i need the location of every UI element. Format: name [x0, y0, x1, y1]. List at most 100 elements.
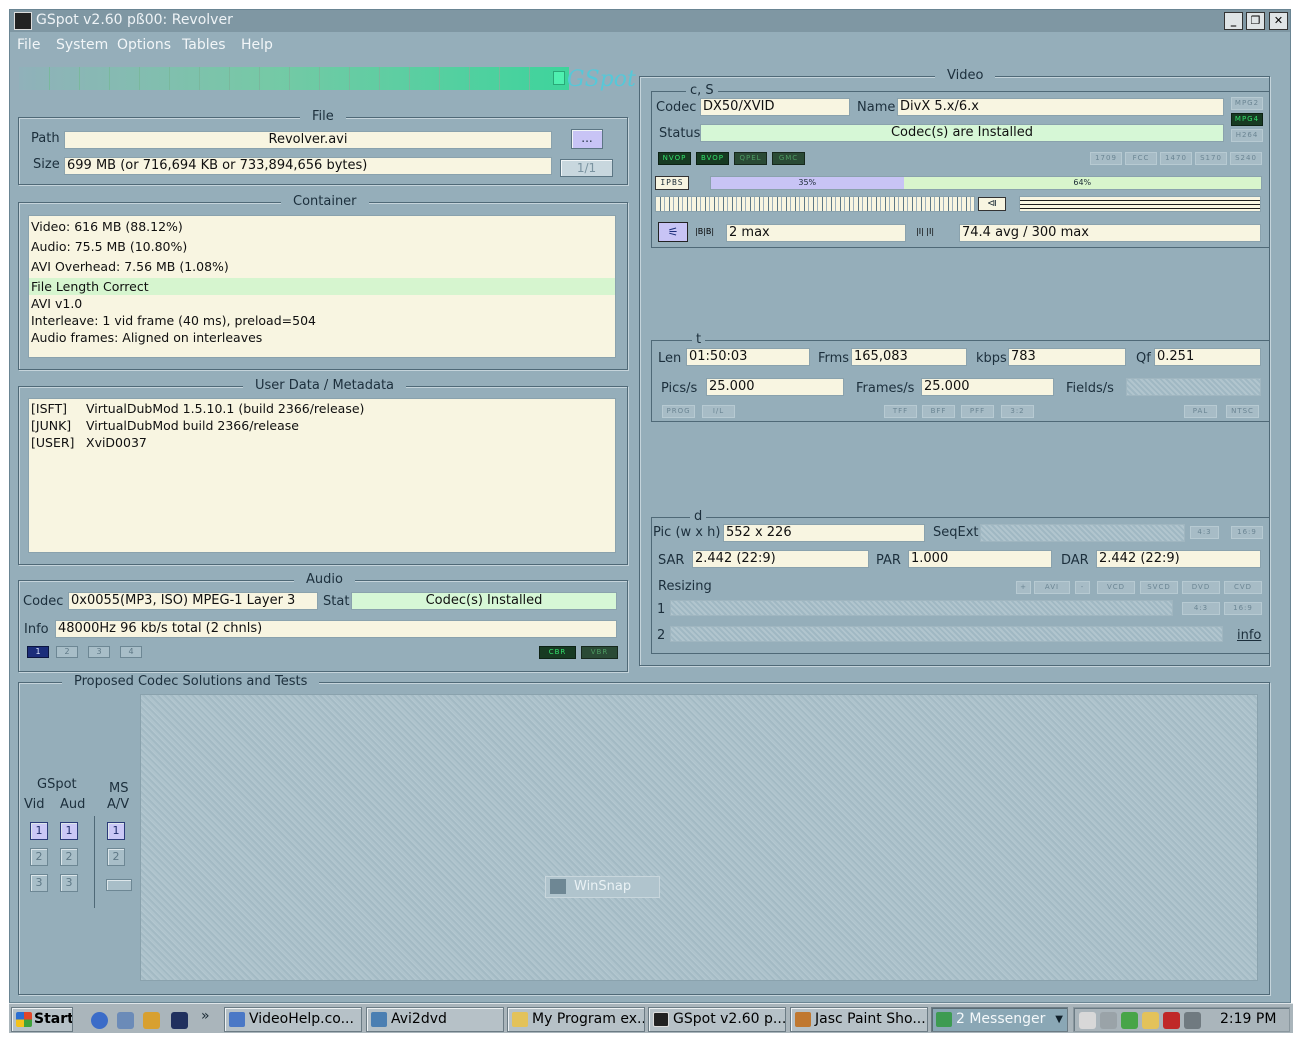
frame-ratio-b: 64% [1073, 178, 1092, 187]
menu-system[interactable]: System [56, 37, 108, 53]
ie-icon[interactable] [91, 1012, 108, 1029]
len-field: 01:50:03 [686, 348, 810, 366]
qpel-tag: QPEL [734, 152, 767, 165]
app-launch-icon[interactable] [171, 1012, 188, 1029]
star-icon[interactable] [1079, 1012, 1096, 1029]
container-line: Interleave: 1 vid frame (40 ms), preload… [31, 313, 316, 328]
bframes-field: 2 max [726, 224, 906, 242]
video-group-title: Video [935, 68, 996, 83]
std-1709-tag: 1709 [1090, 152, 1122, 165]
container-line: AVI v1.0 [31, 296, 83, 311]
pics-field: 25.000 [706, 378, 844, 396]
progress-bar [19, 67, 569, 90]
camera-icon[interactable] [1163, 1012, 1180, 1029]
ms-test-1[interactable]: 1 [107, 822, 125, 840]
metadata-value: XviD0037 [86, 435, 147, 450]
volume-icon[interactable] [1100, 1012, 1117, 1029]
restore-button[interactable]: ❐ [1246, 12, 1265, 30]
close-button[interactable]: ✕ [1269, 12, 1288, 30]
resize-row2-label: 2 [657, 628, 666, 643]
container-line: Audio: 75.5 MB (10.80%) [31, 239, 188, 254]
pic-field: 552 x 226 [723, 524, 925, 542]
metadata-value: VirtualDubMod 1.5.10.1 (build 2366/relea… [86, 401, 365, 416]
size-label: Size [33, 157, 60, 172]
aud-test-3[interactable]: 3 [60, 874, 78, 892]
vs-icon[interactable]: ⚟ [658, 222, 688, 242]
audio-stream-3[interactable]: 3 [88, 646, 110, 658]
part-button[interactable]: 1/1 [560, 159, 613, 177]
vid-test-1[interactable]: 1 [30, 822, 48, 840]
cbr-tag: CBR [539, 646, 576, 659]
audio-codec-label: Codec [23, 594, 64, 609]
userdata-box: [ISFT] VirtualDubMod 1.5.10.1 (build 236… [28, 398, 616, 553]
task-avi2dvd[interactable]: Avi2dvd [366, 1007, 504, 1032]
menu-tables[interactable]: Tables [182, 37, 226, 53]
frame-type-indicator: IPBS [655, 176, 689, 190]
task-videohelp[interactable]: VideoHelp.co... [224, 1007, 362, 1032]
audio-info-label: Info [24, 622, 49, 637]
ms-label: MS [109, 781, 129, 796]
task-jasc[interactable]: Jasc Paint Sho... [790, 1007, 928, 1032]
vid-test-3[interactable]: 3 [30, 874, 48, 892]
fields-field [1126, 378, 1261, 396]
aud-test-1[interactable]: 1 [60, 822, 78, 840]
nvop-tag: NVOP [658, 152, 691, 165]
iframe-interval-icon: |I| |I| [916, 227, 935, 236]
metadata-tag: [USER] [31, 435, 75, 450]
task-gspot[interactable]: GSpot v2.60 p... [648, 1007, 786, 1032]
aud-test-2[interactable]: 2 [60, 848, 78, 866]
resize-minus-tag: - [1075, 581, 1090, 594]
browse-button[interactable]: ... [571, 129, 603, 149]
network-icon[interactable] [1142, 1012, 1159, 1029]
title-bar[interactable]: GSpot v2.60 pß00: Revolver _ ❐ ✕ [10, 10, 1290, 32]
qf-label: Qf [1136, 351, 1151, 366]
resize-plus-tag: + [1016, 581, 1031, 594]
audio-stream-4[interactable]: 4 [120, 646, 142, 658]
task-messenger[interactable]: 2 Messenger ▼ [931, 1007, 1068, 1032]
std-s170-tag: S170 [1195, 152, 1227, 165]
audio-codec-field: 0x0055(MP3, ISO) MPEG-1 Layer 3 [68, 592, 318, 610]
resize-vcd-tag: VCD [1097, 581, 1135, 594]
par-field: 1.000 [908, 550, 1052, 568]
keyframe-rate-field: 74.4 avg / 300 max [959, 224, 1261, 242]
video-name-field: DivX 5.x/6.x [897, 98, 1224, 116]
resize-dvd-tag: DVD [1182, 581, 1220, 594]
task-label: Avi2dvd [391, 1011, 447, 1027]
task-label: 2 Messenger [956, 1011, 1046, 1027]
app-icon [14, 12, 32, 30]
window-title: GSpot v2.60 pß00: Revolver [36, 12, 233, 28]
proposed-results-area [140, 694, 1258, 981]
seek-back-icon[interactable]: ⧏ [978, 197, 1006, 211]
video-status-label: Status [659, 126, 701, 141]
vid-test-2[interactable]: 2 [30, 848, 48, 866]
audio-stream-2[interactable]: 2 [56, 646, 78, 658]
task-my-program[interactable]: My Program ex... [507, 1007, 645, 1032]
desktop-icon[interactable] [117, 1012, 134, 1029]
avi2dvd-icon [371, 1012, 387, 1027]
video-codec-field: DX50/XVID [700, 98, 850, 116]
mpg2-tag: MPG2 [1231, 97, 1263, 110]
audio-stat-label: Stat [323, 594, 350, 609]
menu-options[interactable]: Options [117, 37, 171, 53]
messenger-tray-icon[interactable] [1121, 1012, 1138, 1029]
frame-sequence-strip [655, 196, 975, 212]
start-button[interactable]: Start [11, 1007, 73, 1032]
ms-test-2[interactable]: 2 [107, 848, 125, 866]
quicklaunch-chevron[interactable]: » [201, 1008, 210, 1024]
minimize-button[interactable]: _ [1224, 12, 1243, 30]
speaker-icon[interactable] [1184, 1012, 1201, 1029]
tool-icon[interactable] [143, 1012, 160, 1029]
menu-help[interactable]: Help [241, 37, 273, 53]
menu-file[interactable]: File [17, 37, 40, 53]
info-link[interactable]: info [1237, 628, 1261, 643]
resizing-label: Resizing [658, 579, 712, 594]
audio-stream-1[interactable]: 1 [27, 646, 49, 658]
ms-test-3[interactable] [106, 879, 132, 891]
bvop-tag: BVOP [696, 152, 729, 165]
paint-icon [795, 1012, 811, 1027]
prog-tag: PROG [662, 405, 695, 418]
video-codec-label: Codec [656, 100, 697, 115]
metadata-tag: [JUNK] [31, 418, 72, 433]
path-field[interactable]: Revolver.avi [64, 131, 552, 149]
resize-row1-field [670, 600, 1173, 616]
